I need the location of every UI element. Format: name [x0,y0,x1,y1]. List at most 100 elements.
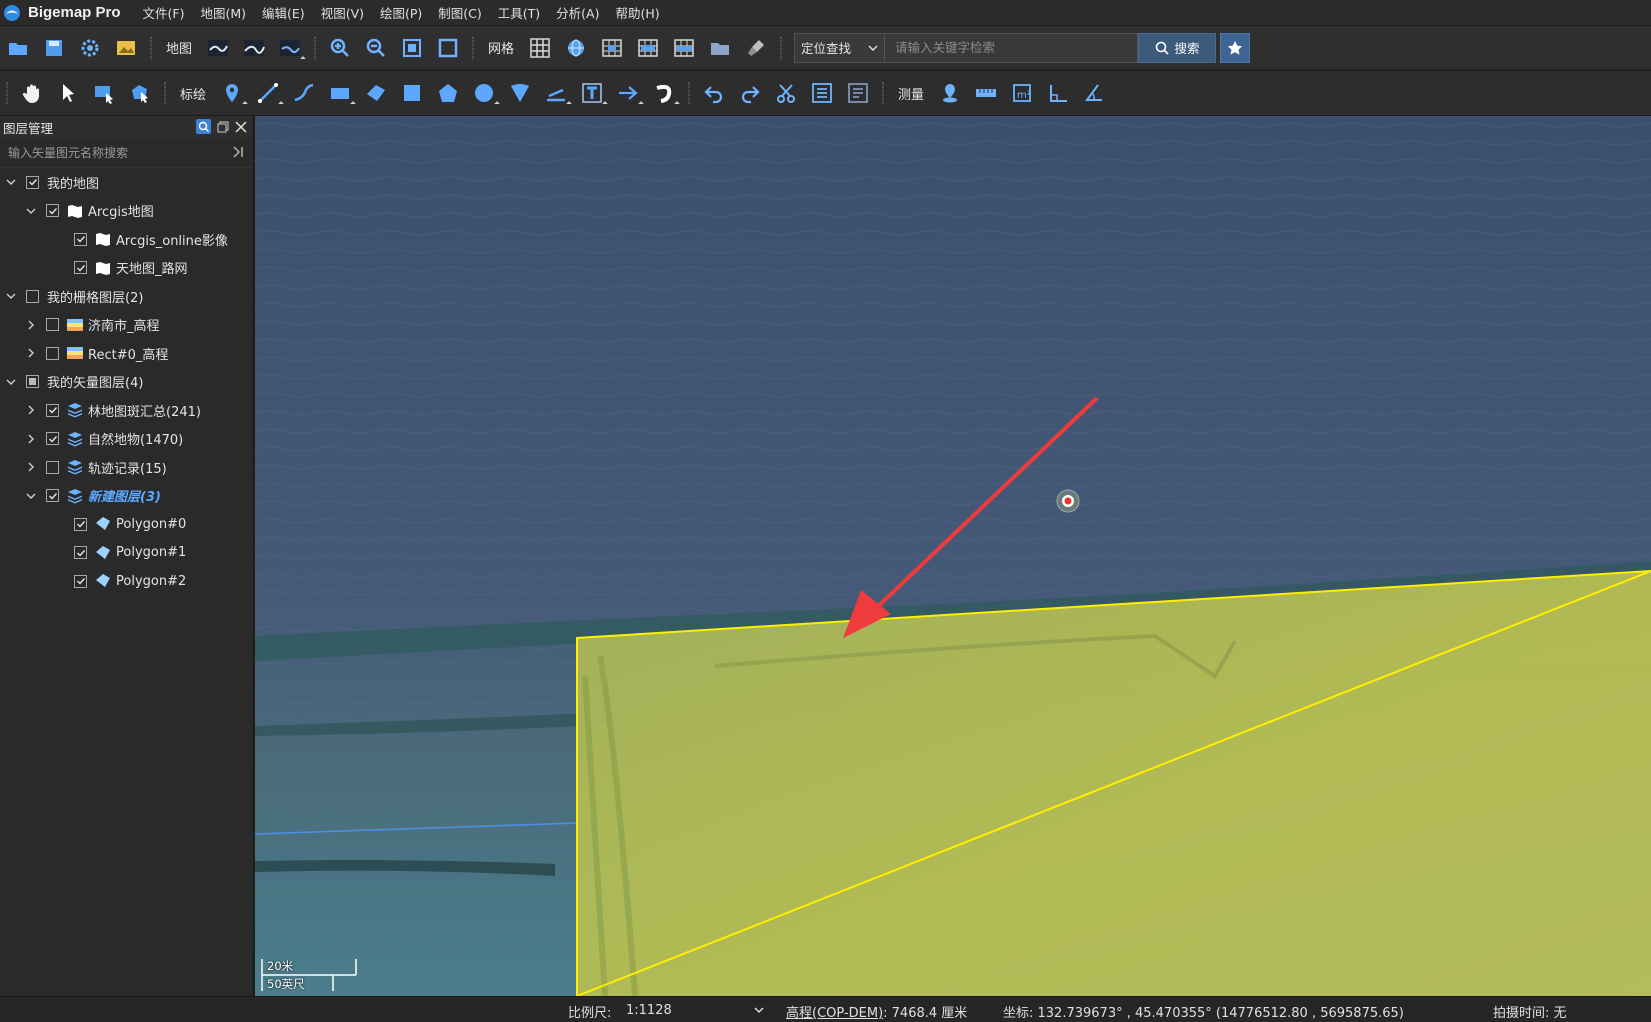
scale-select[interactable]: 1:1128 [620,1000,770,1020]
layer-checkbox[interactable] [26,175,39,189]
location-marker-icon[interactable] [1056,489,1080,513]
map-source-1-button[interactable] [203,33,233,63]
layer-tree-row[interactable]: 新建图层(3) [0,482,253,511]
box-select-button[interactable] [89,78,119,108]
measure-area-button[interactable]: m² [1007,78,1037,108]
curved-arrow-tool-button[interactable] [649,78,680,108]
menu-view[interactable]: 视图(V) [313,3,372,22]
circle-tool-button[interactable] [469,78,500,108]
layer-checkbox[interactable] [46,489,59,503]
menu-edit[interactable]: 编辑(E) [254,3,313,22]
menu-file[interactable]: 文件(F) [135,3,193,22]
layer-tree-row[interactable]: Polygon#0 [0,510,253,539]
layer-search-field[interactable]: 输入矢量图元名称搜索 [0,138,253,168]
menu-map[interactable]: 地图(M) [192,3,254,22]
attribute-table-button[interactable] [807,78,837,108]
layer-tree-row[interactable]: 天地图_路网 [0,254,253,283]
layer-checkbox[interactable] [46,318,59,332]
line-tool-button[interactable] [253,78,284,108]
curve-tool-button[interactable] [289,78,319,108]
measure-height-button[interactable] [1043,78,1073,108]
collapse-right-icon[interactable] [231,145,245,159]
layer-tree-row[interactable]: Arcgis地图 [0,197,253,226]
full-screen-button[interactable] [433,33,463,63]
pan-button[interactable] [17,78,47,108]
marker-tool-button[interactable] [217,78,248,108]
polygon-tool-button[interactable] [433,78,463,108]
search-input[interactable] [885,33,1138,62]
layer-tree-row[interactable]: 济南市_高程 [0,311,253,340]
layer-checkbox[interactable] [46,460,59,474]
layer-checkbox[interactable] [46,403,59,417]
clear-button[interactable] [741,33,771,63]
layer-tree-row[interactable]: 林地图斑汇总(241) [0,396,253,425]
layer-tree-row[interactable]: Polygon#2 [0,567,253,596]
menu-draw[interactable]: 绘图(P) [372,3,430,22]
menu-tools[interactable]: 工具(T) [490,3,548,22]
save-button[interactable] [39,33,69,63]
square-tool-button[interactable] [397,78,427,108]
map-source-2-button[interactable] [239,33,269,63]
layer-tree-row[interactable]: 自然地物(1470) [0,425,253,454]
layer-checkbox[interactable] [74,574,87,588]
layer-tree-row[interactable]: 我的栅格图层(2) [0,282,253,311]
map-source-3-button[interactable] [275,33,306,63]
menu-analysis[interactable]: 分析(A) [548,3,607,22]
globe-grid-button[interactable] [561,33,591,63]
layer-checkbox[interactable] [46,204,59,218]
layer-checkbox[interactable] [74,517,87,531]
layer-tree-row[interactable]: 我的矢量图层(4) [0,368,253,397]
mgrs-grid-button[interactable] [669,33,699,63]
measure-point-button[interactable] [935,78,965,108]
cut-button[interactable] [771,78,801,108]
menu-cartography[interactable]: 制图(C) [430,3,489,22]
chevron-right-icon[interactable] [24,432,38,446]
search-button[interactable]: 搜索 [1138,32,1217,63]
favorite-button[interactable] [1220,32,1251,63]
layer-checkbox[interactable] [26,289,39,303]
image-button[interactable] [111,33,141,63]
zoom-out-button[interactable] [361,33,391,63]
open-folder-button[interactable] [3,33,33,63]
layer-tree-row[interactable]: 我的地图 [0,168,253,197]
settings-button[interactable] [75,33,105,63]
km-grid-button[interactable] [597,33,627,63]
chevron-down-icon[interactable] [4,289,18,303]
layer-tree-row[interactable]: Polygon#1 [0,539,253,568]
zoom-in-button[interactable] [325,33,355,63]
chevron-right-icon[interactable] [24,403,38,417]
close-icon[interactable] [235,120,247,133]
grid-button[interactable] [525,33,555,63]
redo-button[interactable] [735,78,765,108]
chevron-right-icon[interactable] [24,318,38,332]
layer-checkbox[interactable] [46,432,59,446]
dimension-tool-button[interactable] [541,78,572,108]
search-type-dropdown[interactable]: 定位查找 [795,33,886,62]
chevron-down-icon[interactable] [4,375,18,389]
measure-angle-button[interactable] [1079,78,1109,108]
layer-tree-row[interactable]: 轨迹记录(15) [0,453,253,482]
zoom-extent-button[interactable] [397,33,427,63]
float-window-icon[interactable] [217,121,229,133]
layer-checkbox[interactable] [74,261,87,275]
undo-button[interactable] [699,78,729,108]
layer-checkbox[interactable] [26,375,39,389]
chevron-down-icon[interactable] [4,175,18,189]
polygon-select-button[interactable] [125,78,155,108]
text-tool-button[interactable] [577,78,608,108]
freehand-polygon-button[interactable] [361,78,391,108]
folder-grid-button[interactable] [705,33,735,63]
chevron-right-icon[interactable] [24,460,38,474]
layer-checkbox[interactable] [74,232,87,246]
layer-checkbox[interactable] [74,546,87,560]
layer-tree-row[interactable]: Rect#0_高程 [0,339,253,368]
sheet-grid-button[interactable] [633,33,663,63]
rectangle-tool-button[interactable] [325,78,356,108]
chevron-down-icon[interactable] [24,204,38,218]
chevron-down-icon[interactable] [24,489,38,503]
elevation-source-link[interactable]: 高程(COP-DEM) [786,1006,883,1021]
measure-distance-button[interactable] [971,78,1001,108]
map-view[interactable]: 20米 50英尺 [255,116,1651,996]
chevron-right-icon[interactable] [24,346,38,360]
arrow-tool-button[interactable] [613,78,644,108]
